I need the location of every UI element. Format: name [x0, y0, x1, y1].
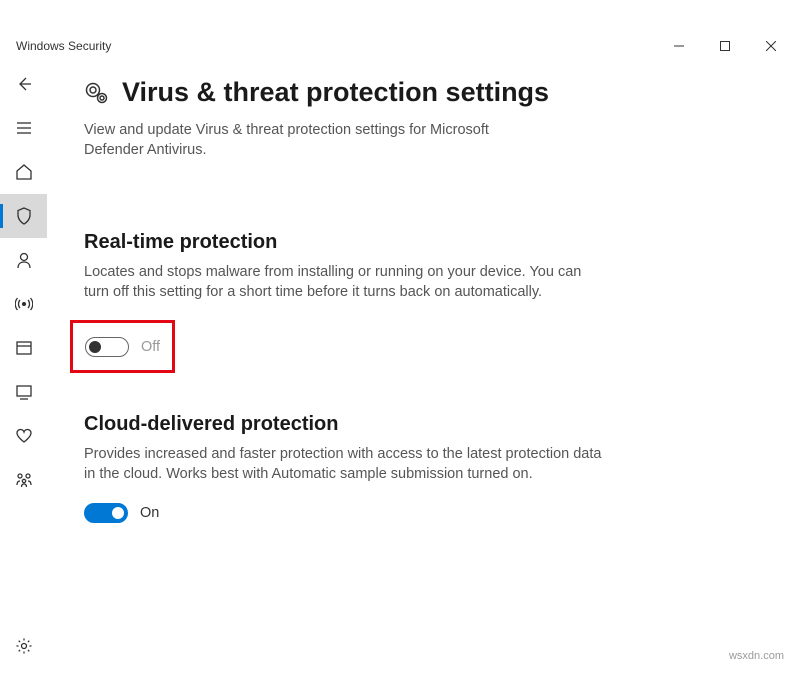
settings-gear-icon	[84, 81, 108, 105]
sidebar-item-virus-protection[interactable]	[0, 194, 47, 238]
toggle-row: Off	[85, 337, 160, 357]
close-icon	[766, 41, 776, 51]
menu-button[interactable]	[0, 106, 47, 150]
sidebar-item-home[interactable]	[0, 150, 47, 194]
page-title: Virus & threat protection settings	[122, 77, 549, 108]
shield-icon	[15, 207, 33, 225]
sidebar-item-settings[interactable]	[0, 624, 47, 668]
sidebar	[0, 62, 47, 668]
minimize-icon	[674, 41, 684, 51]
sidebar-item-firewall[interactable]	[0, 282, 47, 326]
antenna-icon	[15, 295, 33, 313]
section-description: Locates and stops malware from installin…	[84, 262, 604, 303]
minimize-button[interactable]	[656, 30, 702, 62]
section-title: Real-time protection	[84, 231, 604, 254]
watermark: wsxdn.com	[729, 650, 784, 662]
section-realtime-protection: Real-time protection Locates and stops m…	[84, 231, 604, 374]
person-icon	[15, 251, 33, 269]
sidebar-item-device-security[interactable]	[0, 370, 47, 414]
maximize-icon	[720, 41, 730, 51]
arrow-left-icon	[16, 76, 32, 92]
toggle-state-label: Off	[141, 339, 160, 355]
toggle-row: On	[84, 503, 604, 523]
maximize-button[interactable]	[702, 30, 748, 62]
window-title: Windows Security	[16, 39, 111, 53]
titlebar: Windows Security	[0, 30, 794, 62]
sidebar-item-account-protection[interactable]	[0, 238, 47, 282]
main-content: Virus & threat protection settings View …	[47, 62, 794, 668]
device-icon	[15, 383, 33, 401]
section-description: Provides increased and faster protection…	[84, 444, 604, 485]
cloud-protection-toggle[interactable]	[84, 503, 128, 523]
section-title: Cloud-delivered protection	[84, 413, 604, 436]
back-button[interactable]	[0, 62, 47, 106]
page-description: View and update Virus & threat protectio…	[84, 120, 544, 161]
close-button[interactable]	[748, 30, 794, 62]
sidebar-item-app-browser[interactable]	[0, 326, 47, 370]
section-cloud-protection: Cloud-delivered protection Provides incr…	[84, 413, 604, 523]
app-window-icon	[15, 339, 33, 357]
home-icon	[15, 163, 33, 181]
realtime-protection-toggle[interactable]	[85, 337, 129, 357]
sidebar-item-family-options[interactable]	[0, 458, 47, 502]
page-header: Virus & threat protection settings	[84, 77, 754, 108]
hamburger-icon	[16, 120, 32, 136]
sidebar-item-device-health[interactable]	[0, 414, 47, 458]
heart-icon	[15, 427, 33, 445]
toggle-state-label: On	[140, 505, 159, 521]
family-icon	[15, 471, 33, 489]
gear-icon	[15, 637, 33, 655]
window-controls	[656, 30, 794, 62]
highlight-box: Off	[70, 320, 175, 373]
